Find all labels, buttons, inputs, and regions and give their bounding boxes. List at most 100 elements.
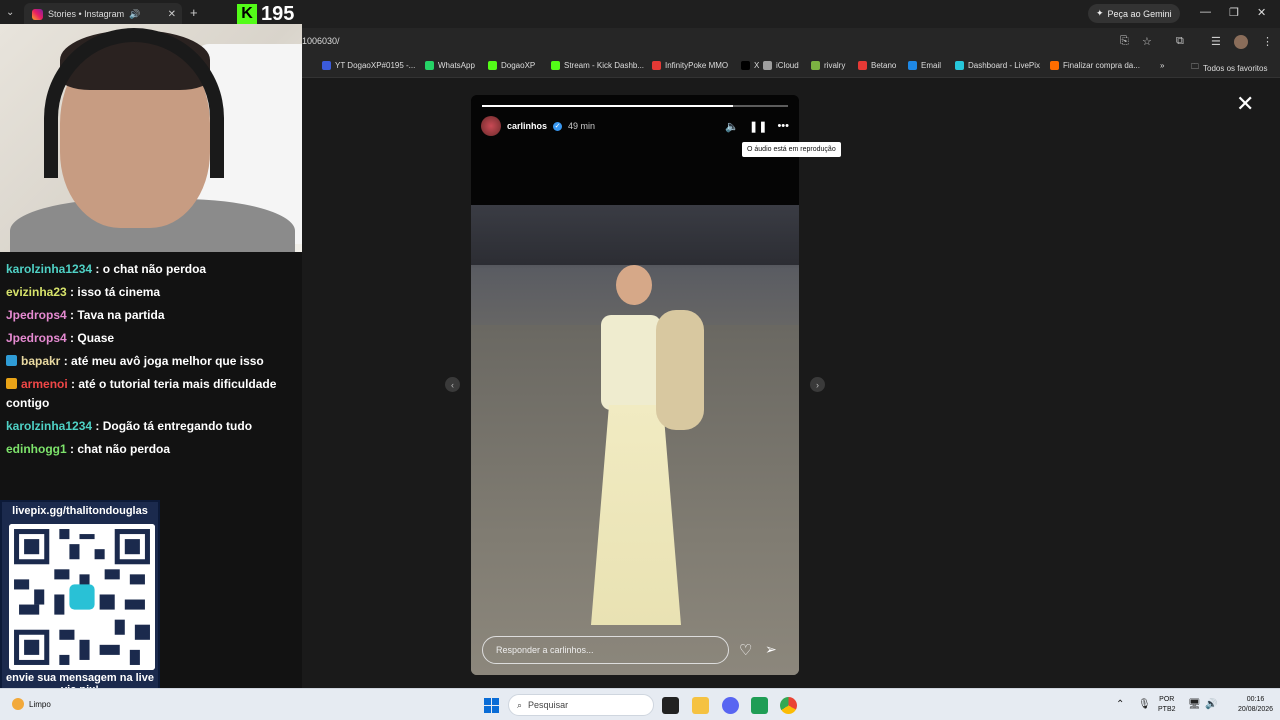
- bookmark-label: Finalizar compra da...: [1063, 61, 1140, 70]
- install-app-icon[interactable]: ⎘: [1120, 35, 1129, 48]
- microphone-icon[interactable]: 🎙: [1138, 699, 1151, 710]
- chat-message: armenoi : até o tutorial teria mais difi…: [0, 373, 302, 415]
- verified-badge-icon: ✓: [553, 121, 563, 131]
- discord-icon[interactable]: [722, 697, 739, 714]
- bookmark-item[interactable]: YT DogaoXP#0195 -...: [322, 61, 415, 70]
- bookmark-star-icon[interactable]: ☆: [1142, 35, 1152, 48]
- search-placeholder: Pesquisar: [528, 700, 569, 710]
- app-green-icon[interactable]: [751, 697, 768, 714]
- close-story-icon[interactable]: ✕: [1236, 93, 1254, 115]
- bookmark-favicon-icon: [811, 61, 820, 70]
- bookmark-item[interactable]: WhatsApp: [425, 61, 475, 70]
- taskbar-search-input[interactable]: ⌕ Pesquisar: [508, 694, 654, 716]
- bookmark-favicon-icon: [488, 61, 497, 70]
- livepix-panel: livepix.gg/thalitondouglas envie sua men…: [0, 500, 160, 700]
- clock[interactable]: 00:16 20/08/2026: [1238, 695, 1273, 715]
- chat-badge-icon: [6, 378, 17, 389]
- tray-expand-icon[interactable]: ⌃: [1116, 699, 1124, 710]
- story-video-child: [656, 310, 704, 430]
- bookmark-favicon-icon: [551, 61, 560, 70]
- instagram-icon: [32, 8, 43, 20]
- bookmark-item[interactable]: rivalry: [811, 61, 845, 70]
- profile-avatar[interactable]: [1234, 35, 1248, 49]
- like-heart-icon[interactable]: ♡: [739, 641, 752, 659]
- bookmark-label: X: [754, 61, 760, 70]
- chat-username: evizinha23: [6, 285, 67, 299]
- bookmark-item[interactable]: Email: [908, 61, 941, 70]
- chat-username: armenoi: [21, 377, 68, 391]
- bookmark-item[interactable]: Stream - Kick Dashb...: [551, 61, 644, 70]
- chat-text: : Tava na partida: [70, 308, 165, 322]
- clock-time: 00:16: [1246, 696, 1265, 703]
- reading-list-icon[interactable]: ☰: [1211, 35, 1221, 48]
- bookmark-item[interactable]: X: [741, 61, 759, 70]
- story-header: carlinhos ✓ 49 min 🔈 ❚❚ •••: [481, 115, 789, 137]
- story-progress-bar: [482, 105, 788, 107]
- story-progress-fill: [482, 105, 733, 107]
- volume-tray-icon[interactable]: 🔊: [1205, 699, 1217, 710]
- chat-text: : Quase: [70, 331, 115, 345]
- weather-widget[interactable]: Limpo: [12, 698, 51, 710]
- close-tab-icon[interactable]: ✕: [168, 9, 176, 20]
- story-timestamp: 49 min: [568, 121, 596, 131]
- chat-text: : isso tá cinema: [70, 285, 161, 299]
- bookmark-favicon-icon: [322, 61, 331, 70]
- weather-label: Limpo: [29, 699, 51, 709]
- next-story-icon[interactable]: ›: [810, 377, 825, 392]
- pause-icon[interactable]: ❚❚: [749, 120, 767, 133]
- previous-story-icon[interactable]: ‹: [445, 377, 460, 392]
- new-tab-button[interactable]: +: [190, 5, 198, 20]
- chat-text: : o chat não perdoa: [95, 262, 207, 276]
- extensions-icon[interactable]: ⧉: [1176, 35, 1184, 48]
- viewer-count: 195: [261, 2, 295, 25]
- url-text[interactable]: 1006030/: [302, 36, 340, 46]
- task-view-icon[interactable]: [662, 697, 679, 714]
- chrome-icon[interactable]: [780, 697, 797, 714]
- chat-username: Jpedrops4: [6, 331, 67, 345]
- file-explorer-icon[interactable]: [692, 697, 709, 714]
- bookmark-label: Betano: [871, 61, 897, 70]
- story-card[interactable]: carlinhos ✓ 49 min 🔈 ❚❚ ••• Responder a …: [471, 95, 799, 675]
- story-author-avatar[interactable]: [481, 116, 501, 136]
- chat-text: : até meu avô joga melhor que isso: [63, 354, 264, 368]
- send-icon[interactable]: ➢: [765, 641, 777, 658]
- bookmark-item[interactable]: Betano: [858, 61, 896, 70]
- bookmark-item[interactable]: Finalizar compra da...: [1050, 61, 1140, 70]
- network-icon[interactable]: 🖥: [1188, 699, 1201, 710]
- chat-message: karolzinha1234 : Dogão tá entregando tud…: [0, 415, 302, 438]
- chat-message: Jpedrops4 : Quase: [0, 327, 302, 350]
- language-indicator[interactable]: POR PTB2: [1158, 695, 1176, 715]
- bookmark-item[interactable]: iCloud: [763, 61, 799, 70]
- kick-viewer-badge: K 195: [237, 3, 294, 25]
- close-window-icon[interactable]: ✕: [1257, 6, 1266, 19]
- tab-audio-icon[interactable]: 🔊: [129, 9, 140, 20]
- bookmark-favicon-icon: [652, 61, 661, 70]
- start-button[interactable]: [484, 698, 499, 713]
- chat-badge-icon: [6, 355, 17, 366]
- maximize-icon[interactable]: ❐: [1229, 6, 1239, 19]
- chat-username: Jpedrops4: [6, 308, 67, 322]
- chat-username: karolzinha1234: [6, 419, 93, 433]
- more-bookmarks-icon[interactable]: »: [1160, 61, 1164, 70]
- chat-message: edinhogg1 : chat não perdoa: [0, 438, 302, 461]
- story-reply-input[interactable]: Responder a carlinhos...: [482, 636, 729, 664]
- menu-kebab-icon[interactable]: ⋮: [1262, 35, 1273, 48]
- bookmark-item[interactable]: Dashboard - LivePix: [955, 61, 1040, 70]
- bookmark-label: Dashboard - LivePix: [968, 61, 1041, 70]
- bookmark-label: DogaoXP: [501, 61, 536, 70]
- volume-icon[interactable]: 🔈: [725, 120, 739, 133]
- gemini-icon: ✦: [1096, 8, 1104, 18]
- all-bookmarks[interactable]: 🗀 Todos os favoritos: [1191, 61, 1267, 75]
- gemini-button[interactable]: ✦ Peça ao Gemini: [1088, 4, 1180, 23]
- kick-logo-icon: K: [237, 4, 257, 24]
- bookmark-item[interactable]: DogaoXP: [488, 61, 535, 70]
- chat-text: : chat não perdoa: [70, 442, 171, 456]
- audio-tooltip: O áudio está em reprodução: [742, 142, 841, 157]
- story-author-username[interactable]: carlinhos: [507, 121, 547, 131]
- minimize-icon[interactable]: —: [1200, 6, 1211, 18]
- bookmark-item[interactable]: InfinityPoke MMO: [652, 61, 728, 70]
- more-options-icon[interactable]: •••: [777, 120, 789, 132]
- tab-list-dropdown-icon[interactable]: ⌄: [6, 7, 14, 18]
- tab-instagram-stories[interactable]: Stories • Instagram 🔊 ✕: [24, 3, 182, 25]
- chat-message: karolzinha1234 : o chat não perdoa: [0, 258, 302, 281]
